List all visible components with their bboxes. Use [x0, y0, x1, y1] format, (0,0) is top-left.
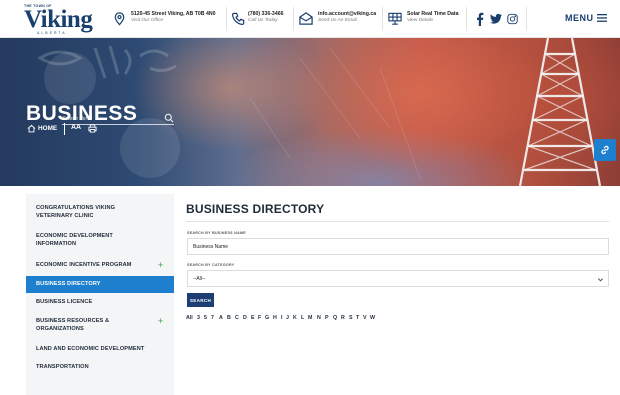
sidebar-item-business-directory[interactable]: BUSINESS DIRECTORY: [26, 276, 174, 293]
text-size-label: AA: [71, 124, 82, 131]
viking-logo[interactable]: THE TOWN OF Viking ALBERTA: [24, 4, 93, 35]
header-divider: [526, 7, 527, 31]
breadcrumb-home-link[interactable]: HOME: [38, 125, 57, 132]
expand-plus-icon[interactable]: +: [158, 317, 163, 326]
facebook-icon[interactable]: [476, 12, 484, 26]
letter-filter-link[interactable]: N: [317, 315, 321, 321]
category-selected-value: --All--: [193, 276, 206, 282]
letter-filter-link[interactable]: 3: [197, 315, 200, 321]
sidebar-item-label: ECONOMIC DEVELOPMENT INFORMATION: [36, 233, 113, 247]
email-text: info.account@viking.ca: [318, 11, 377, 17]
search-button[interactable]: SEARCH: [187, 293, 214, 307]
heading-divider: [186, 221, 609, 222]
sidebar-item-label: ECONOMIC INCENTIVE PROGRAM: [36, 262, 132, 268]
letter-filter-link[interactable]: L: [301, 315, 304, 321]
letter-filter-link[interactable]: E: [251, 315, 255, 321]
letter-filter-link[interactable]: G: [265, 315, 269, 321]
address-subtext: Visit Our Office: [131, 18, 164, 23]
logo-province-text: ALBERTA: [37, 31, 67, 35]
sidebar-item-label: LAND AND ECONOMIC DEVELOPMENT: [36, 346, 145, 352]
phone-text: (780) 336-3466: [248, 11, 284, 17]
menu-label: MENU: [565, 13, 594, 23]
letter-filter-link[interactable]: 5: [204, 315, 207, 321]
header-divider: [382, 7, 383, 31]
category-label: SEARCH BY CATEGORY: [187, 263, 235, 267]
business-name-input[interactable]: [187, 238, 609, 255]
search-icon[interactable]: [164, 113, 174, 123]
hamburger-icon: [596, 14, 607, 22]
letter-filter-link[interactable]: D: [243, 315, 247, 321]
location-pin-icon: [114, 12, 125, 26]
sidebar-item-land-and-economic-development[interactable]: LAND AND ECONOMIC DEVELOPMENT: [26, 344, 174, 356]
header-divider: [293, 7, 294, 31]
email-info[interactable]: info.account@viking.ca Send Us An Email: [298, 9, 382, 29]
sidebar-nav: CONGRATULATIONS VIKING VETERINARY CLINIC…: [26, 194, 174, 395]
letter-filter-link[interactable]: W: [370, 315, 375, 321]
search-input[interactable]: [62, 113, 162, 124]
letter-filter-link[interactable]: V: [363, 315, 367, 321]
phone-subtext: Call Us Today: [248, 18, 278, 23]
sidebar-item-label: BUSINESS DIRECTORY: [36, 281, 101, 287]
sidebar-item-transportation[interactable]: TRANSPORTATION: [26, 362, 174, 374]
sidebar-item-business-licence[interactable]: BUSINESS LICENCE: [26, 297, 174, 309]
instagram-icon[interactable]: [507, 12, 518, 26]
share-link-button[interactable]: [594, 139, 616, 161]
solar-info[interactable]: Solar Real Time Data View Details: [387, 9, 459, 29]
expand-plus-icon[interactable]: +: [158, 261, 163, 270]
solar-text: Solar Real Time Data: [407, 11, 459, 17]
address-text: 5120-45 Street Viking, AB T0B 4N0: [131, 11, 216, 17]
sidebar-item-congratulations-viking-veterinary-clinic[interactable]: CONGRATULATIONS VIKING VETERINARY CLINIC: [26, 204, 174, 221]
letter-filter-link[interactable]: S: [349, 315, 353, 321]
sidebar-item-business-resources-organizations[interactable]: BUSINESS RESOURCES & ORGANIZATIONS +: [26, 317, 174, 334]
sidebar-item-label: CONGRATULATIONS VIKING VETERINARY CLINIC: [36, 205, 116, 219]
text-size-toggle[interactable]: AA: [71, 124, 81, 131]
header-divider: [466, 7, 467, 31]
site-header: THE TOWN OF Viking ALBERTA 5120-45 Stree…: [0, 0, 620, 38]
hero-banner: BUSINESS HOME AA: [0, 38, 620, 186]
email-subtext: Send Us An Email: [318, 18, 357, 23]
sidebar-item-label: BUSINESS RESOURCES & ORGANIZATIONS: [36, 318, 110, 332]
breadcrumb-divider: [64, 123, 65, 135]
letter-filter-link[interactable]: P: [325, 315, 329, 321]
letter-filter-link[interactable]: J: [286, 315, 289, 321]
logo-name-text: Viking: [24, 6, 93, 33]
address-info[interactable]: 5120-45 Street Viking, AB T0B 4N0 Visit …: [112, 9, 224, 29]
letter-filter-link[interactable]: R: [341, 315, 345, 321]
sidebar-item-label: BUSINESS LICENCE: [36, 299, 93, 305]
letter-filter-link[interactable]: 7: [211, 315, 214, 321]
letter-filter-link[interactable]: I: [281, 315, 282, 321]
letter-filter-link[interactable]: M: [308, 315, 312, 321]
phone-info[interactable]: (780) 336-3466 Call Us Today: [231, 9, 291, 29]
sidebar-item-economic-development-information[interactable]: ECONOMIC DEVELOPMENT INFORMATION: [26, 232, 174, 249]
link-icon: [601, 145, 609, 155]
phone-icon: [231, 12, 245, 26]
solar-panel-icon: [388, 12, 402, 25]
letter-filter-link[interactable]: All: [186, 315, 193, 321]
section-heading: BUSINESS DIRECTORY: [186, 202, 325, 216]
sidebar-item-label: TRANSPORTATION: [36, 364, 89, 370]
print-icon[interactable]: [88, 124, 97, 133]
chevron-down-icon: [597, 278, 604, 282]
solar-subtext: View Details: [407, 18, 434, 23]
letter-filter-link[interactable]: A: [219, 315, 223, 321]
letter-filter-link[interactable]: T: [356, 315, 359, 321]
twitter-icon[interactable]: [490, 12, 502, 26]
letter-filter-link[interactable]: C: [235, 315, 239, 321]
letter-filter-link[interactable]: F: [258, 315, 261, 321]
envelope-icon: [299, 12, 313, 25]
header-divider: [226, 7, 227, 31]
letter-filter-link[interactable]: H: [273, 315, 277, 321]
letter-filter-link[interactable]: K: [293, 315, 297, 321]
menu-button[interactable]: MENU: [565, 13, 607, 23]
category-select[interactable]: --All--: [187, 270, 609, 287]
letter-filter-link[interactable]: B: [227, 315, 231, 321]
home-icon[interactable]: [27, 124, 36, 133]
sidebar-item-economic-incentive-program[interactable]: ECONOMIC INCENTIVE PROGRAM +: [26, 260, 174, 272]
letter-filter-link[interactable]: Q: [333, 315, 337, 321]
business-name-label: SEARCH BY BUSINESS NAME: [187, 231, 246, 235]
